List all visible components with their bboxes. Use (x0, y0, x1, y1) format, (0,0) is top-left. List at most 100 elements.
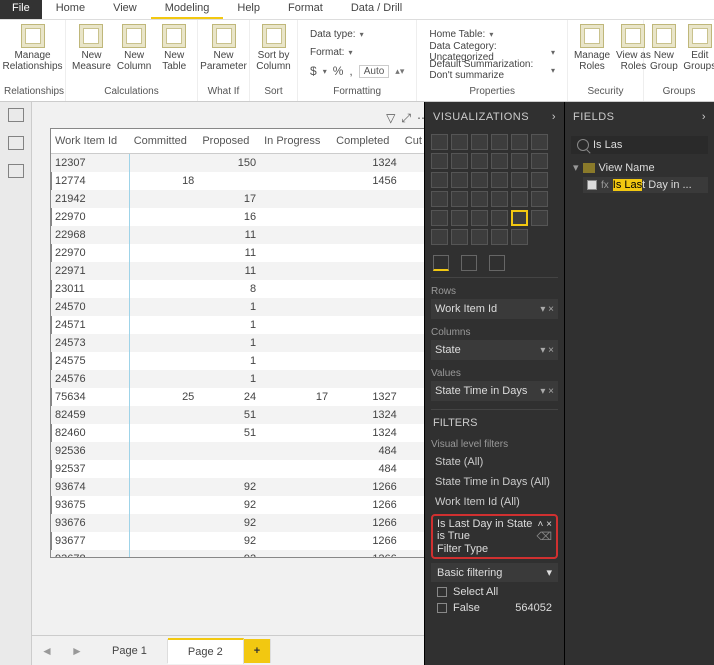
table-row[interactable]: 92537484 (51, 460, 424, 478)
table-row[interactable]: 245761 (51, 370, 424, 388)
new-table-button[interactable]: New Table (157, 24, 191, 72)
table-row[interactable]: 2194217 (51, 190, 424, 208)
filter-is-last-day[interactable]: Is Last Day in State˄ × is True⌫ Filter … (431, 514, 558, 559)
rows-well[interactable]: Work Item Id▾ × (431, 299, 558, 319)
sort-by-column-button[interactable]: Sort by Column (256, 24, 291, 72)
table-row[interactable]: 93674921266 (51, 478, 424, 496)
analytics-mode-icon[interactable] (489, 255, 505, 271)
table-row[interactable]: 245731 (51, 334, 424, 352)
table-row[interactable]: 93675921266 (51, 496, 424, 514)
visual-type-icon[interactable] (531, 191, 548, 207)
report-view-icon[interactable] (8, 108, 24, 122)
filter-work-item[interactable]: Work Item Id (All) (431, 492, 558, 512)
focus-icon[interactable]: ⤢ (401, 111, 411, 126)
help-tab[interactable]: Help (223, 0, 274, 19)
filter-state-time[interactable]: State Time in Days (All) (431, 472, 558, 492)
visual-type-icon[interactable] (431, 134, 448, 150)
table-view-name[interactable]: ▾ View Name (571, 158, 708, 177)
visual-type-icon[interactable] (531, 210, 548, 226)
visual-type-icon[interactable] (471, 229, 488, 245)
visual-type-icon[interactable] (471, 134, 488, 150)
view-tab[interactable]: View (99, 0, 151, 19)
data-view-icon[interactable] (8, 136, 24, 150)
format-mode-icon[interactable] (461, 255, 477, 271)
columns-well[interactable]: State▾ × (431, 340, 558, 360)
table-row[interactable]: 12774181456 (51, 172, 424, 190)
visual-type-icon[interactable] (491, 134, 508, 150)
format-tab[interactable]: Format (274, 0, 337, 19)
modeling-tab[interactable]: Modeling (151, 0, 224, 19)
percent-icon[interactable]: % (333, 64, 344, 78)
file-tab[interactable]: File (0, 0, 42, 19)
field-is-last-day[interactable]: fx Is Last Day in ... (583, 177, 708, 193)
new-column-button[interactable]: New Column (117, 24, 151, 72)
visual-type-icon[interactable] (431, 191, 448, 207)
table-row[interactable]: 2297011 (51, 244, 424, 262)
visual-type-icon[interactable] (471, 153, 488, 169)
new-measure-button[interactable]: New Measure (72, 24, 111, 72)
visual-type-icon[interactable] (511, 191, 528, 207)
visual-type-icon[interactable] (511, 134, 528, 150)
visual-type-icon[interactable] (431, 229, 448, 245)
false-check[interactable]: False564052 (431, 600, 558, 616)
table-row[interactable]: 93678921266 (51, 550, 424, 557)
add-page-tab[interactable]: + (244, 639, 271, 663)
visual-type-icon[interactable] (451, 172, 468, 188)
select-all-check[interactable]: Select All (431, 584, 558, 600)
currency-icon[interactable]: $ (310, 64, 317, 78)
next-page[interactable]: ► (62, 644, 92, 658)
table-row[interactable]: 2297016 (51, 208, 424, 226)
page-1-tab[interactable]: Page 1 (92, 639, 168, 663)
visual-type-icon[interactable] (531, 134, 548, 150)
table-row[interactable]: 2296811 (51, 226, 424, 244)
table-row[interactable]: 245701 (51, 298, 424, 316)
prev-page[interactable]: ◄ (32, 644, 62, 658)
visual-type-icon[interactable] (471, 191, 488, 207)
collapse-viz-icon[interactable]: › (552, 111, 556, 123)
visual-type-icon[interactable] (431, 153, 448, 169)
model-view-icon[interactable] (8, 164, 24, 178)
new-parameter-button[interactable]: New Parameter (202, 24, 246, 72)
table-row[interactable]: 2297111 (51, 262, 424, 280)
edit-groups-button[interactable]: Edit Groups (684, 24, 714, 72)
table-row[interactable]: 92536484 (51, 442, 424, 460)
visual-type-icon[interactable] (431, 210, 448, 226)
visual-type-icon[interactable] (451, 229, 468, 245)
fields-search[interactable]: Is Las (571, 136, 708, 154)
home-tab[interactable]: Home (42, 0, 99, 19)
visual-type-icon[interactable] (491, 172, 508, 188)
manage-relationships-button[interactable]: Manage Relationships (11, 24, 55, 72)
datadrill-tab[interactable]: Data / Drill (337, 0, 416, 19)
table-row[interactable]: 245751 (51, 352, 424, 370)
visual-type-icon[interactable] (471, 210, 488, 226)
manage-roles-button[interactable]: Manage Roles (574, 24, 610, 72)
visual-type-icon[interactable] (511, 153, 528, 169)
visual-type-icon[interactable] (511, 210, 528, 226)
visual-type-icon[interactable] (531, 153, 548, 169)
visual-type-icon[interactable] (471, 172, 488, 188)
matrix-visual[interactable]: ▽ ⤢ ⋯ Work Item IdCommittedProposedIn Pr… (50, 128, 424, 558)
new-group-button[interactable]: New Group (650, 24, 678, 72)
visual-type-icon[interactable] (451, 134, 468, 150)
visual-type-icon[interactable] (511, 172, 528, 188)
table-row[interactable]: 93676921266 (51, 514, 424, 532)
page-2-tab[interactable]: Page 2 (168, 638, 244, 664)
visual-type-icon[interactable] (431, 172, 448, 188)
table-row[interactable]: 245711 (51, 316, 424, 334)
table-row[interactable]: 123071501324 (51, 154, 424, 173)
thousands-icon[interactable]: , (349, 64, 352, 78)
visual-type-icon[interactable] (451, 191, 468, 207)
visual-type-icon[interactable] (451, 153, 468, 169)
more-icon[interactable]: ⋯ (417, 111, 424, 126)
filter-state[interactable]: State (All) (431, 452, 558, 472)
visual-type-icon[interactable] (451, 210, 468, 226)
table-row[interactable]: 230118 (51, 280, 424, 298)
table-row[interactable]: 93677921266 (51, 532, 424, 550)
visual-type-icon[interactable] (531, 172, 548, 188)
fields-mode-icon[interactable] (433, 255, 449, 271)
visual-type-icon[interactable] (491, 210, 508, 226)
visual-type-icon[interactable] (491, 229, 508, 245)
visual-type-icon[interactable] (491, 191, 508, 207)
visual-type-icon[interactable] (491, 153, 508, 169)
table-row[interactable]: 756342524171327 (51, 388, 424, 406)
